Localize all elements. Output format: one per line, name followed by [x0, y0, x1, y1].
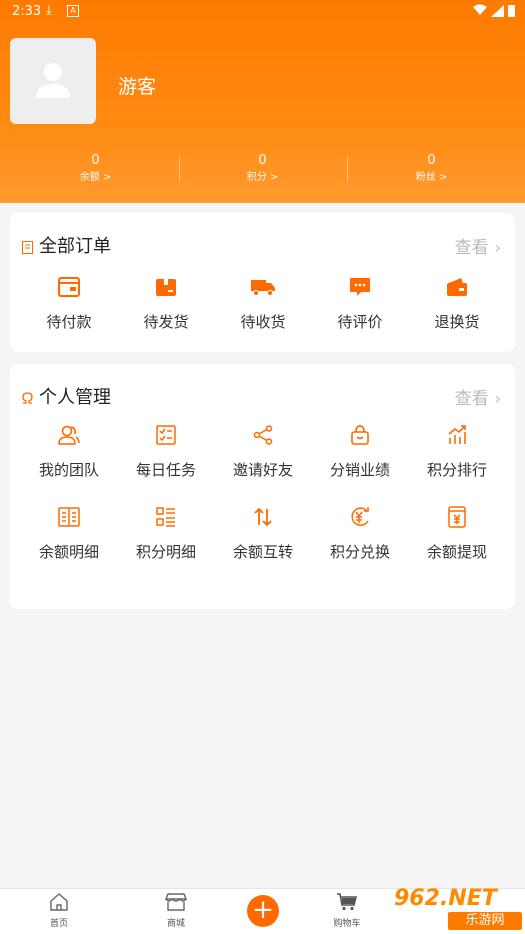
orders-title-text: 全部订单 — [39, 236, 111, 257]
exchange-icon — [351, 507, 369, 526]
order-pending-receipt-label: 待收货 — [240, 313, 286, 331]
orders-card: 全部订单 查看 › 待付款 待发货 待收货 待评价 退换货 — [10, 213, 515, 352]
invite-friends[interactable]: 邀请好友 — [215, 423, 311, 480]
notification-icon: A — [67, 5, 79, 17]
points-details[interactable]: 积分明细 — [118, 505, 214, 562]
cart-icon — [337, 893, 358, 911]
balance-details-label: 余额明细 — [38, 543, 99, 561]
tab-store-label: 商城 — [166, 919, 185, 929]
stat-balance-value: 0 — [91, 153, 100, 168]
comment-icon — [350, 278, 370, 296]
status-time: 2:33 — [12, 4, 42, 19]
rank-chart-icon — [448, 425, 466, 444]
return-icon — [447, 278, 467, 296]
stat-balance[interactable]: 0 余额 > — [8, 152, 183, 186]
daily-tasks[interactable]: 每日任务 — [118, 423, 214, 480]
chevron-right-icon: › — [494, 389, 501, 408]
profile-header: 2:33 ⤓ A 游客 0 余额 > 0 积分 > 0 粉丝 > — [0, 0, 525, 203]
avatar[interactable] — [10, 38, 96, 124]
orders-view-all-label: 查看 — [454, 238, 489, 258]
orders-title: 全部订单 — [22, 232, 111, 258]
balance-transfer[interactable]: 余额互转 — [215, 505, 311, 562]
watermark-logo: 962.NET 乐游网 — [388, 884, 525, 933]
signal-icon — [491, 5, 504, 17]
invite-friends-label: 邀请好友 — [232, 461, 293, 479]
list-icon — [156, 507, 175, 527]
management-view-all[interactable]: 查看 › — [455, 384, 501, 409]
stat-fans-label: 粉丝 > — [415, 172, 448, 183]
stat-points-value: 0 — [258, 153, 267, 168]
home-icon — [50, 893, 68, 911]
withdraw-icon — [448, 506, 466, 528]
transfer-icon — [254, 507, 272, 527]
order-pending-payment[interactable]: 待付款 — [21, 275, 117, 332]
tab-store[interactable]: 商城 — [146, 893, 206, 929]
status-bar: 2:33 ⤓ A — [0, 0, 525, 24]
bag-icon — [351, 425, 369, 445]
distribution-performance-label: 分销业绩 — [329, 461, 390, 479]
order-pending-receipt[interactable]: 待收货 — [215, 275, 311, 332]
management-title-text: 个人管理 — [39, 387, 111, 408]
document-icon — [22, 240, 33, 254]
daily-tasks-label: 每日任务 — [135, 461, 196, 479]
points-details-label: 积分明细 — [135, 543, 196, 561]
stat-fans-value: 0 — [427, 153, 436, 168]
points-ranking-label: 积分排行 — [426, 461, 487, 479]
tab-cart-label: 购物车 — [333, 919, 361, 929]
balance-withdraw[interactable]: 余额提现 — [409, 505, 505, 562]
wifi-icon — [473, 4, 487, 15]
management-view-all-label: 查看 — [454, 389, 489, 409]
order-pending-shipment-label: 待发货 — [143, 313, 189, 331]
balance-transfer-label: 余额互转 — [232, 543, 293, 561]
stat-balance-label: 余额 > — [79, 172, 112, 183]
tab-cart[interactable]: 购物车 — [317, 893, 377, 929]
wallet-icon — [58, 277, 80, 297]
stats-row: 0 余额 > 0 积分 > 0 粉丝 > — [0, 152, 525, 192]
order-pending-shipment[interactable]: 待发货 — [118, 275, 214, 332]
my-team[interactable]: 我的团队 — [21, 423, 117, 480]
battery-icon — [508, 5, 515, 17]
box-icon — [156, 279, 176, 296]
chevron-right-icon: › — [494, 238, 501, 257]
checklist-icon — [156, 425, 176, 445]
distribution-performance[interactable]: 分销业绩 — [312, 423, 408, 480]
balance-withdraw-label: 余额提现 — [426, 543, 487, 561]
points-ranking[interactable]: 积分排行 — [409, 423, 505, 480]
watermark-bottom: 乐游网 — [448, 912, 522, 930]
points-exchange-label: 积分兑换 — [329, 543, 390, 561]
management-card: 个人管理 查看 › 我的团队 每日任务 邀请好友 分销业绩 积分排行 余额明细 积… — [10, 364, 515, 609]
balance-details[interactable]: 余额明细 — [21, 505, 117, 562]
order-returns-label: 退换货 — [434, 313, 480, 331]
truck-icon — [251, 280, 275, 296]
user-icon — [36, 63, 70, 98]
management-title: 个人管理 — [22, 383, 111, 409]
stat-points[interactable]: 0 积分 > — [175, 152, 350, 186]
omega-icon — [22, 392, 33, 404]
team-icon — [58, 425, 80, 445]
share-icon — [253, 425, 273, 445]
download-icon: ⤓ — [46, 3, 52, 18]
username[interactable]: 游客 — [118, 72, 156, 99]
order-pending-payment-label: 待付款 — [46, 313, 92, 331]
points-exchange[interactable]: 积分兑换 — [312, 505, 408, 562]
ledger-icon — [58, 507, 80, 527]
tab-home[interactable]: 首页 — [29, 893, 89, 929]
order-returns[interactable]: 退换货 — [409, 275, 505, 332]
my-team-label: 我的团队 — [38, 461, 99, 479]
orders-view-all[interactable]: 查看 › — [455, 233, 501, 258]
order-pending-review-label: 待评价 — [337, 313, 383, 331]
store-icon — [164, 893, 188, 911]
order-pending-review[interactable]: 待评价 — [312, 275, 408, 332]
stat-fans[interactable]: 0 粉丝 > — [344, 152, 519, 186]
plus-icon[interactable]: + — [247, 895, 279, 927]
watermark-top: 962.NET — [394, 886, 497, 911]
tab-home-label: 首页 — [49, 919, 68, 929]
stat-points-label: 积分 > — [246, 172, 279, 183]
